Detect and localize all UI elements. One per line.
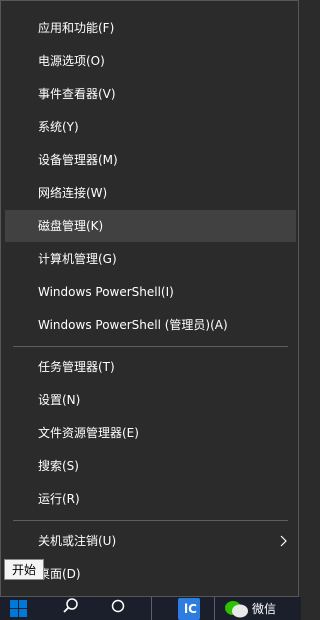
- menu-item-device-manager[interactable]: 设备管理器(M): [5, 144, 296, 176]
- taskbar-divider: [214, 597, 215, 620]
- windows-start-icon[interactable]: [10, 600, 27, 617]
- menu-item-computer-management[interactable]: 计算机管理(G): [5, 243, 296, 275]
- menu-item-windows-powershell[interactable]: Windows PowerShell(I): [5, 276, 296, 308]
- menu-separator: [13, 520, 288, 521]
- menu-item-system[interactable]: 系统(Y): [5, 111, 296, 143]
- menu-item-run[interactable]: 运行(R): [5, 483, 296, 515]
- wechat-icon[interactable]: [224, 599, 250, 619]
- menu-item-settings[interactable]: 设置(N): [5, 384, 296, 416]
- app-icon-glyph: lC: [184, 602, 197, 616]
- menu-item-network-connections[interactable]: 网络连接(W): [5, 177, 296, 209]
- menu-item-apps-and-features[interactable]: 应用和功能(F): [5, 12, 296, 44]
- win-x-context-menu: 应用和功能(F) 电源选项(O) 事件查看器(V) 系统(Y) 设备管理器(M)…: [0, 0, 299, 597]
- menu-separator: [13, 346, 288, 347]
- menu-item-search[interactable]: 搜索(S): [5, 450, 296, 482]
- chevron-right-icon: [280, 535, 287, 547]
- start-tooltip: 开始: [4, 559, 45, 580]
- menu-item-label: 关机或注销(U): [38, 534, 117, 548]
- menu-item-power-options[interactable]: 电源选项(O): [5, 45, 296, 77]
- menu-item-desktop[interactable]: 桌面(D): [5, 558, 296, 590]
- menu-item-windows-powershell-admin[interactable]: Windows PowerShell (管理员)(A): [5, 309, 296, 341]
- menu-item-disk-management[interactable]: 磁盘管理(K): [5, 210, 296, 242]
- menu-item-shutdown-or-sign-out[interactable]: 关机或注销(U): [5, 525, 296, 557]
- menu-item-event-viewer[interactable]: 事件查看器(V): [5, 78, 296, 110]
- taskbar: lC 微信: [0, 597, 301, 620]
- task-view-icon[interactable]: [110, 598, 126, 614]
- menu-item-file-explorer[interactable]: 文件资源管理器(E): [5, 417, 296, 449]
- wechat-label[interactable]: 微信: [252, 599, 276, 619]
- taskbar-divider: [151, 597, 152, 620]
- menu-item-task-manager[interactable]: 任务管理器(T): [5, 351, 296, 383]
- search-icon[interactable]: [62, 597, 80, 615]
- taskbar-app-icon[interactable]: lC: [178, 598, 200, 620]
